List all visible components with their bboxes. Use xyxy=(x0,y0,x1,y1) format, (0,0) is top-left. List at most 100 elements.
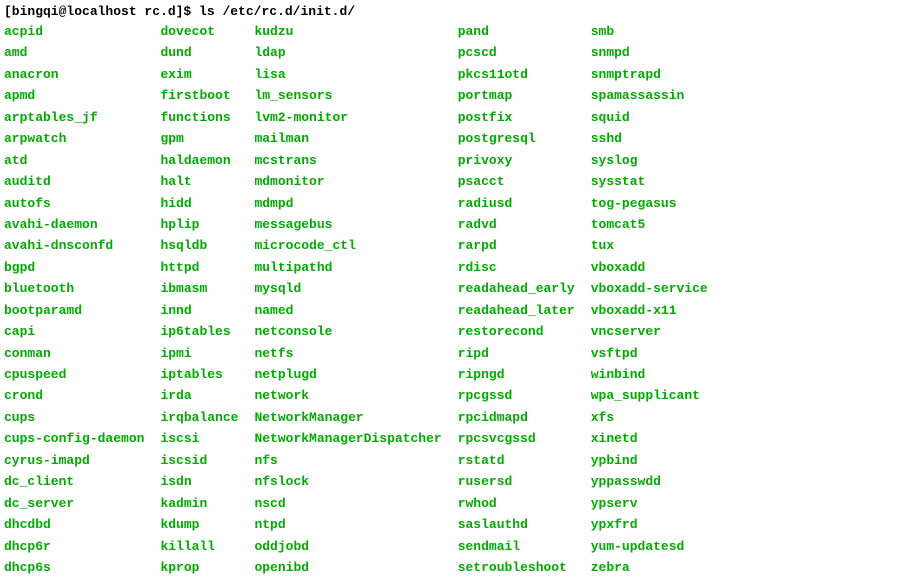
file-entry: wpa_supplicant xyxy=(591,385,708,406)
file-entry: apmd xyxy=(4,85,144,106)
file-entry: firstboot xyxy=(160,85,238,106)
terminal-prompt-line: [bingqi@localhost rc.d]$ ls /etc/rc.d/in… xyxy=(4,4,910,19)
file-entry: tomcat5 xyxy=(591,214,708,235)
file-entry: irqbalance xyxy=(160,407,238,428)
file-entry: radiusd xyxy=(458,193,575,214)
file-entry: kadmin xyxy=(160,493,238,514)
file-entry: capi xyxy=(4,321,144,342)
file-entry: squid xyxy=(591,107,708,128)
file-entry: autofs xyxy=(4,193,144,214)
file-entry: ip6tables xyxy=(160,321,238,342)
file-entry: netfs xyxy=(254,343,441,364)
file-entry: vsftpd xyxy=(591,343,708,364)
file-entry: iscsi xyxy=(160,428,238,449)
file-entry: named xyxy=(254,300,441,321)
file-entry: acpid xyxy=(4,21,144,42)
file-entry: dovecot xyxy=(160,21,238,42)
file-entry: amd xyxy=(4,42,144,63)
file-entry: avahi-daemon xyxy=(4,214,144,235)
file-entry: postfix xyxy=(458,107,575,128)
file-entry: ypxfrd xyxy=(591,514,708,535)
file-entry: microcode_ctl xyxy=(254,235,441,256)
file-entry: nscd xyxy=(254,493,441,514)
file-entry: ibmasm xyxy=(160,278,238,299)
file-entry: NetworkManagerDispatcher xyxy=(254,428,441,449)
column-1: dovecot dund exim firstboot functions gp… xyxy=(160,21,254,578)
file-entry: cpuspeed xyxy=(4,364,144,385)
file-entry: rarpd xyxy=(458,235,575,256)
file-entry: kudzu xyxy=(254,21,441,42)
file-entry: auditd xyxy=(4,171,144,192)
file-entry: readahead_early xyxy=(458,278,575,299)
file-entry: messagebus xyxy=(254,214,441,235)
file-entry: exim xyxy=(160,64,238,85)
file-entry: crond xyxy=(4,385,144,406)
file-entry: mcstrans xyxy=(254,150,441,171)
file-entry: nfs xyxy=(254,450,441,471)
file-entry: ntpd xyxy=(254,514,441,535)
file-entry: iptables xyxy=(160,364,238,385)
column-3: pand pcscd pkcs11otd portmap postfix pos… xyxy=(458,21,591,578)
file-entry: pand xyxy=(458,21,575,42)
file-entry: ripd xyxy=(458,343,575,364)
file-entry: NetworkManager xyxy=(254,407,441,428)
file-entry: pcscd xyxy=(458,42,575,63)
file-entry: radvd xyxy=(458,214,575,235)
file-entry: iscsid xyxy=(160,450,238,471)
file-entry: hsqldb xyxy=(160,235,238,256)
file-entry: haldaemon xyxy=(160,150,238,171)
file-entry: network xyxy=(254,385,441,406)
file-entry: ypbind xyxy=(591,450,708,471)
file-entry: postgresql xyxy=(458,128,575,149)
file-entry: ipmi xyxy=(160,343,238,364)
file-entry: cyrus-imapd xyxy=(4,450,144,471)
file-entry: winbind xyxy=(591,364,708,385)
file-entry: ldap xyxy=(254,42,441,63)
file-entry: sysstat xyxy=(591,171,708,192)
file-entry: rusersd xyxy=(458,471,575,492)
file-entry: kdump xyxy=(160,514,238,535)
file-entry: syslog xyxy=(591,150,708,171)
file-entry: xfs xyxy=(591,407,708,428)
file-entry: restorecond xyxy=(458,321,575,342)
file-entry: ypserv xyxy=(591,493,708,514)
file-entry: saslauthd xyxy=(458,514,575,535)
column-2: kudzu ldap lisa lm_sensors lvm2-monitor … xyxy=(254,21,457,578)
file-entry: tog-pegasus xyxy=(591,193,708,214)
file-entry: dhcdbd xyxy=(4,514,144,535)
file-entry: lisa xyxy=(254,64,441,85)
file-entry: readahead_later xyxy=(458,300,575,321)
file-entry: psacct xyxy=(458,171,575,192)
file-entry: portmap xyxy=(458,85,575,106)
file-entry: pkcs11otd xyxy=(458,64,575,85)
file-entry: bluetooth xyxy=(4,278,144,299)
file-entry: rwhod xyxy=(458,493,575,514)
column-4: smb snmpd snmptrapd spamassassin squid s… xyxy=(591,21,724,578)
file-entry: netconsole xyxy=(254,321,441,342)
file-entry: halt xyxy=(160,171,238,192)
file-entry: rstatd xyxy=(458,450,575,471)
file-entry: dc_client xyxy=(4,471,144,492)
file-entry: bgpd xyxy=(4,257,144,278)
file-entry: gpm xyxy=(160,128,238,149)
file-entry: rdisc xyxy=(458,257,575,278)
file-entry: lvm2-monitor xyxy=(254,107,441,128)
file-entry: cups-config-daemon xyxy=(4,428,144,449)
file-entry: anacron xyxy=(4,64,144,85)
file-entry: vboxadd-x11 xyxy=(591,300,708,321)
file-entry: mdmpd xyxy=(254,193,441,214)
file-entry: netplugd xyxy=(254,364,441,385)
file-entry: rpcgssd xyxy=(458,385,575,406)
file-entry: privoxy xyxy=(458,150,575,171)
file-entry: vncserver xyxy=(591,321,708,342)
file-entry: cups xyxy=(4,407,144,428)
file-entry: lm_sensors xyxy=(254,85,441,106)
file-entry: zebra xyxy=(591,557,708,578)
file-entry: sshd xyxy=(591,128,708,149)
file-entry: mysqld xyxy=(254,278,441,299)
file-entry: xinetd xyxy=(591,428,708,449)
prompt-command: ls /etc/rc.d/init.d/ xyxy=(199,4,355,19)
file-entry: arptables_jf xyxy=(4,107,144,128)
file-entry: atd xyxy=(4,150,144,171)
file-entry: snmptrapd xyxy=(591,64,708,85)
